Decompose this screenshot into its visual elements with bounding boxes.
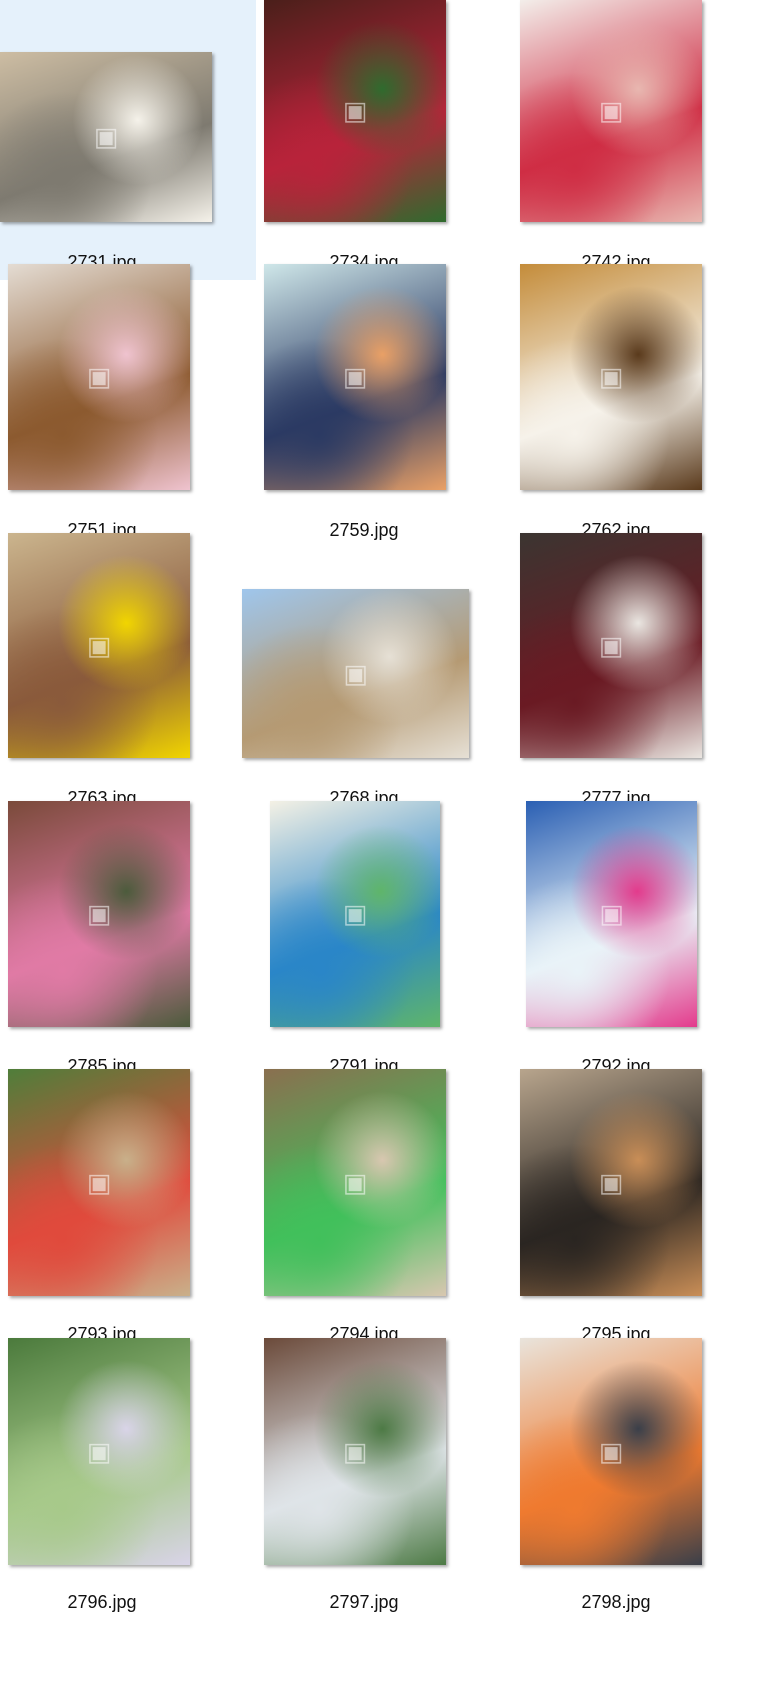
image-icon: ▣ [342, 898, 368, 929]
file-thumbnail[interactable]: ▣ [520, 1338, 702, 1565]
image-icon: ▣ [598, 361, 624, 392]
file-tile[interactable]: ▣ 2791.jpg [256, 801, 512, 1084]
image-icon: ▣ [342, 95, 368, 126]
file-thumbnail[interactable]: ▣ [8, 264, 190, 490]
file-thumbnail[interactable]: ▣ [0, 52, 212, 222]
file-tile[interactable]: ▣ 2792.jpg [512, 801, 762, 1084]
file-thumbnail[interactable]: ▣ [264, 1069, 446, 1296]
image-icon: ▣ [598, 1167, 624, 1197]
image-icon: ▣ [93, 121, 119, 152]
file-name-label[interactable]: 2797.jpg [254, 1592, 474, 1613]
file-thumbnail[interactable]: ▣ [8, 1069, 190, 1296]
file-tile[interactable]: ▣ 2742.jpg [512, 0, 762, 280]
image-icon: ▣ [343, 658, 368, 688]
file-tile[interactable]: ▣ 2759.jpg [256, 264, 512, 548]
file-thumbnail[interactable]: ▣ [520, 0, 702, 222]
file-name-label[interactable]: 2796.jpg [0, 1592, 212, 1613]
file-thumbnail[interactable]: ▣ [264, 0, 446, 222]
file-name-label[interactable]: 2798.jpg [506, 1592, 726, 1613]
image-icon: ▣ [86, 1167, 112, 1197]
image-icon: ▣ [342, 361, 368, 392]
file-tile[interactable]: ▣ 2794.jpg [256, 1069, 512, 1352]
file-thumbnail[interactable]: ▣ [520, 533, 702, 758]
file-tile[interactable]: ▣ 2751.jpg [0, 264, 256, 548]
file-thumbnail[interactable]: ▣ [8, 1338, 190, 1565]
file-thumbnail[interactable]: ▣ [264, 1338, 446, 1565]
image-icon: ▣ [86, 630, 112, 660]
file-thumbnail[interactable]: ▣ [520, 264, 702, 490]
file-tile[interactable]: ▣ 2762.jpg [512, 264, 762, 548]
image-icon: ▣ [86, 1436, 112, 1466]
file-thumbnail[interactable]: ▣ [242, 589, 469, 758]
file-thumbnail[interactable]: ▣ [526, 801, 697, 1027]
image-icon: ▣ [599, 898, 624, 929]
file-tile[interactable]: ▣ 2777.jpg [512, 533, 762, 816]
file-tile[interactable]: ▣ 2793.jpg [0, 1069, 256, 1352]
image-icon: ▣ [86, 361, 112, 392]
file-tile[interactable]: ▣ 2734.jpg [256, 0, 512, 280]
file-grid: ▣ 2731.jpg ▣ 2734.jpg ▣ 2742.jpg ▣ 2751.jpg ▣ 275… [0, 0, 762, 1695]
file-tile[interactable]: ▣ 2731.jpg [0, 0, 256, 280]
image-icon: ▣ [342, 1167, 368, 1197]
file-tile[interactable]: ▣ 2768.jpg [242, 536, 512, 816]
file-tile[interactable]: ▣ 2798.jpg [512, 1338, 762, 1620]
image-icon: ▣ [86, 898, 112, 929]
file-thumbnail[interactable]: ▣ [520, 1069, 702, 1296]
image-icon: ▣ [598, 630, 624, 660]
file-thumbnail[interactable]: ▣ [264, 264, 446, 490]
file-thumbnail[interactable]: ▣ [270, 801, 440, 1027]
file-tile[interactable]: ▣ 2796.jpg [0, 1338, 256, 1620]
image-icon: ▣ [598, 95, 624, 126]
image-icon: ▣ [598, 1436, 624, 1466]
file-thumbnail[interactable]: ▣ [8, 533, 190, 758]
image-icon: ▣ [342, 1436, 368, 1466]
file-tile[interactable]: ▣ 2763.jpg [0, 533, 256, 816]
file-thumbnail[interactable]: ▣ [8, 801, 190, 1027]
file-tile[interactable]: ▣ 2797.jpg [254, 1338, 512, 1620]
file-tile[interactable]: ▣ 2795.jpg [512, 1069, 762, 1352]
file-tile[interactable]: ▣ 2785.jpg [0, 801, 256, 1084]
